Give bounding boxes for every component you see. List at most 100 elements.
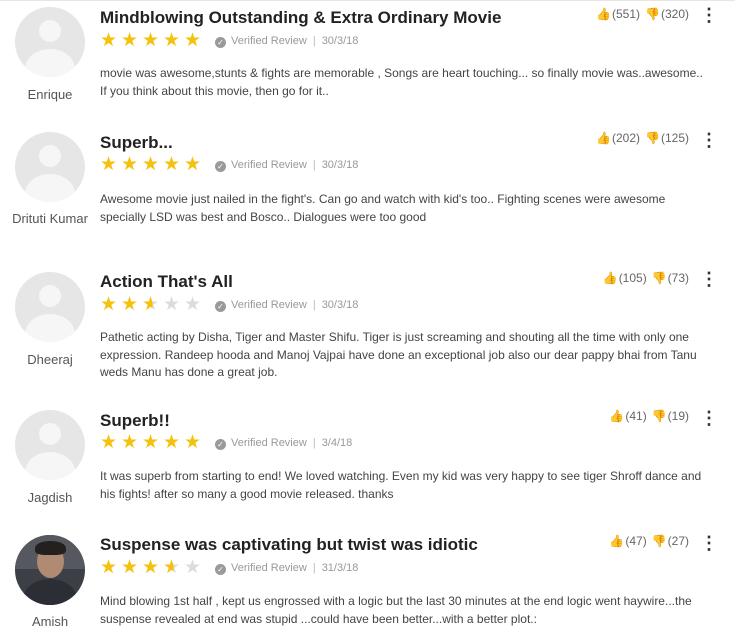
vote-controls: 👍(551) 👎(320)	[596, 7, 689, 21]
downvote-count: (19)	[667, 409, 689, 423]
avatar	[15, 535, 85, 605]
empty-star-icon: ★	[163, 294, 182, 315]
thumbs-up-icon[interactable]: 👍	[596, 7, 611, 21]
reviewer-name: Enrique	[27, 87, 73, 102]
review-title: Mindblowing Outstanding & Extra Ordinary…	[100, 8, 502, 27]
thumbs-up-icon[interactable]: 👍	[609, 534, 624, 548]
review-title: Superb!!	[100, 411, 170, 430]
star-rating: ★ ★ ★ ★ ★	[100, 295, 205, 314]
verified-review-meta: ✓ Verified Review | 3/4/18	[215, 437, 352, 450]
verified-review-meta: ✓ Verified Review | 30/3/18	[215, 299, 358, 312]
star-icon: ★	[142, 154, 161, 175]
vote-controls: 👍(202) 👎(125)	[596, 131, 689, 145]
thumbs-up-icon[interactable]: 👍	[609, 409, 624, 423]
review-date: 3/4/18	[321, 437, 353, 449]
avatar	[15, 410, 85, 480]
check-circle-icon: ✓	[215, 301, 226, 312]
star-icon: ★	[121, 294, 140, 315]
empty-star-icon: ★	[184, 557, 203, 578]
more-vertical-icon[interactable]: ⋮	[700, 270, 718, 288]
star-icon: ★	[163, 432, 182, 453]
thumbs-down-icon[interactable]: 👎	[652, 409, 667, 423]
star-icon: ★	[163, 30, 182, 51]
thumbs-down-icon[interactable]: 👎	[645, 7, 660, 21]
review-date: 30/3/18	[321, 299, 359, 311]
reviewer-name: Dheeraj	[27, 352, 73, 367]
verified-label: Verified Review	[231, 562, 307, 574]
verified-review-meta: ✓ Verified Review | 31/3/18	[215, 562, 358, 575]
avatar	[15, 7, 85, 77]
downvote-count: (320)	[660, 7, 689, 21]
review-title: Superb...	[100, 133, 173, 152]
verified-label: Verified Review	[231, 299, 307, 311]
thumbs-down-icon[interactable]: 👎	[652, 534, 667, 548]
thumbs-down-icon[interactable]: 👎	[645, 131, 660, 145]
thumbs-up-icon[interactable]: 👍	[596, 131, 611, 145]
downvote-count: (27)	[667, 534, 689, 548]
upvote-count: (47)	[625, 534, 647, 548]
star-icon: ★	[184, 30, 203, 51]
star-icon: ★	[121, 30, 140, 51]
vote-controls: 👍(105) 👎(73)	[603, 271, 689, 285]
avatar	[15, 132, 85, 202]
review-text: Awesome movie just nailed in the fight's…	[100, 192, 666, 224]
star-icon: ★	[163, 154, 182, 175]
star-icon: ★	[100, 154, 119, 175]
reviewer-name: Amish	[31, 614, 69, 629]
review-text: movie was awesome,stunts & fights are me…	[100, 66, 703, 98]
reviewer-name: Drituti Kumar	[12, 211, 88, 226]
review-date: 31/3/18	[321, 562, 359, 574]
star-rating: ★ ★ ★ ★ ★	[100, 155, 205, 174]
review-text: It was superb from starting to end! We l…	[100, 469, 702, 501]
more-vertical-icon[interactable]: ⋮	[700, 409, 718, 427]
star-rating: ★ ★ ★ ★ ★	[100, 31, 205, 50]
vote-controls: 👍(47) 👎(27)	[609, 534, 689, 548]
review-text: Mind blowing 1st half , kept us engrosse…	[100, 594, 692, 626]
star-icon: ★	[100, 30, 119, 51]
verified-review-meta: ✓ Verified Review | 30/3/18	[215, 35, 358, 48]
upvote-count: (551)	[612, 7, 641, 21]
star-icon: ★	[121, 154, 140, 175]
half-star-icon: ★	[163, 558, 184, 577]
star-icon: ★	[142, 432, 161, 453]
verified-label: Verified Review	[231, 437, 307, 449]
star-icon: ★	[142, 557, 161, 578]
review-text: Pathetic acting by Disha, Tiger and Mast…	[100, 330, 697, 379]
check-circle-icon: ✓	[215, 37, 226, 48]
review-title: Action That's All	[100, 272, 233, 291]
check-circle-icon: ✓	[215, 439, 226, 450]
thumbs-up-icon[interactable]: 👍	[603, 271, 618, 285]
star-icon: ★	[184, 154, 203, 175]
upvote-count: (202)	[612, 131, 641, 145]
more-vertical-icon[interactable]: ⋮	[700, 534, 718, 552]
more-vertical-icon[interactable]: ⋮	[700, 131, 718, 149]
avatar	[15, 272, 85, 342]
half-star-icon: ★	[142, 295, 163, 314]
upvote-count: (105)	[618, 271, 647, 285]
verified-label: Verified Review	[231, 35, 307, 47]
star-icon: ★	[100, 294, 119, 315]
star-icon: ★	[121, 432, 140, 453]
review-title: Suspense was captivating but twist was i…	[100, 535, 478, 554]
reviewer-name: Jagdish	[27, 490, 73, 505]
star-icon: ★	[100, 432, 119, 453]
star-icon: ★	[100, 557, 119, 578]
review-date: 30/3/18	[321, 159, 359, 171]
verified-label: Verified Review	[231, 159, 307, 171]
vote-controls: 👍(41) 👎(19)	[609, 409, 689, 423]
star-rating: ★ ★ ★ ★ ★	[100, 433, 205, 452]
review-date: 30/3/18	[321, 35, 359, 47]
star-icon: ★	[184, 432, 203, 453]
star-rating: ★ ★ ★ ★ ★	[100, 558, 205, 577]
star-icon: ★	[121, 557, 140, 578]
empty-star-icon: ★	[184, 294, 203, 315]
downvote-count: (125)	[660, 131, 689, 145]
more-vertical-icon[interactable]: ⋮	[700, 6, 718, 24]
thumbs-down-icon[interactable]: 👎	[652, 271, 667, 285]
upvote-count: (41)	[625, 409, 647, 423]
downvote-count: (73)	[667, 271, 689, 285]
check-circle-icon: ✓	[215, 564, 226, 575]
star-icon: ★	[142, 30, 161, 51]
top-divider	[0, 0, 735, 1]
verified-review-meta: ✓ Verified Review | 30/3/18	[215, 159, 358, 172]
